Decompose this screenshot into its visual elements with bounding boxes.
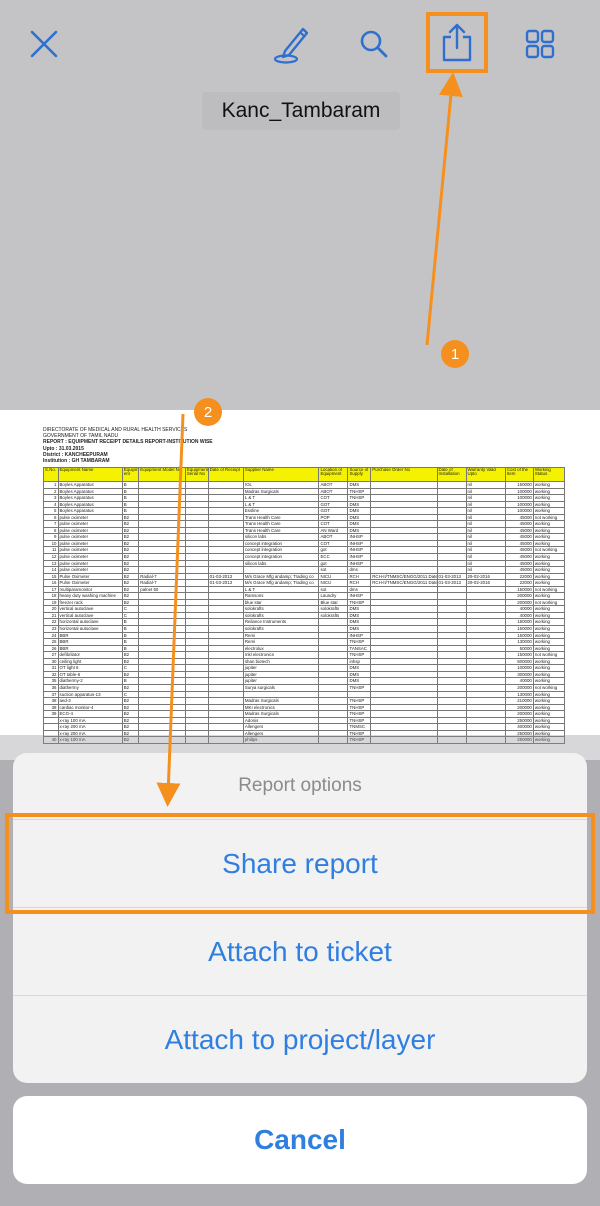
- table-cell: RCH-II/TNMSC/ENGG/2011 Dated 10.05.2012: [370, 572, 438, 581]
- close-button[interactable]: [22, 22, 66, 66]
- attach-to-project-layer-option[interactable]: Attach to project/layer: [13, 995, 587, 1083]
- share-report-highlight: [5, 813, 595, 914]
- table-header-cell: Working Status: [532, 467, 566, 482]
- table-cell: heavy duty washing machine: [57, 592, 123, 600]
- table-header-cell: Warranty Valid Upto: [465, 467, 506, 482]
- close-icon: [30, 30, 58, 58]
- table-header-cell: Equipment Name: [57, 467, 123, 482]
- table-header-cell: Equipment Model No: [138, 467, 186, 482]
- report-options-sheet: Report options Share report Attach to ti…: [13, 753, 587, 1083]
- markup-button[interactable]: [268, 18, 314, 68]
- arrow-to-share-icon: [425, 72, 463, 346]
- table-header-cell: S.No.: [43, 467, 59, 482]
- share-icon-highlight: [426, 12, 488, 73]
- attach-to-ticket-option[interactable]: Attach to ticket: [13, 907, 587, 996]
- report-header: DIRECTORATE OF MEDICAL AND RURAL HEALTH …: [43, 427, 213, 464]
- table-header-cell: Purchase Order No: [370, 467, 438, 482]
- header-line: Institution : GH TAMBARAM: [43, 458, 110, 465]
- document-page[interactable]: DIRECTORATE OF MEDICAL AND RURAL HEALTH …: [0, 410, 600, 760]
- table-cell: M/s Grace Mfg andamp; Trading co: [242, 579, 320, 587]
- cancel-button[interactable]: Cancel: [13, 1096, 587, 1184]
- pen-markup-icon: [273, 27, 309, 64]
- table-cell: M/s Grace Mfg andamp; Trading co: [242, 572, 320, 581]
- table-header-cell: Cost of the Item: [504, 467, 534, 482]
- grid-icon: [525, 29, 555, 59]
- table-header-cell: Date of Installation: [436, 467, 467, 482]
- table-header-cell: Location of Equipment: [318, 467, 349, 482]
- equipment-table: S.No. Equipment Name Equipm ent Equipment M…: [43, 467, 566, 744]
- table-header-cell: Source of Supply: [347, 467, 372, 482]
- sheet-title: Report options: [238, 775, 362, 796]
- step-badge-1: 1: [441, 340, 469, 368]
- search-icon: [360, 30, 388, 58]
- table-header-cell: Equipm ent: [121, 467, 140, 482]
- top-toolbar: [0, 0, 600, 88]
- header-line: REPORT : EQUIPMENT RECEIPT DETAILS REPOR…: [43, 439, 213, 446]
- table-header-cell: Equipment Serial No: [184, 467, 209, 482]
- table-header-cell: Supplier Name: [242, 467, 320, 482]
- table-cell: RCH-II/TNMSC/ENGG/2011 Dated 10.05.2012: [370, 579, 438, 587]
- table-header-cell: Date of Receipt: [207, 467, 244, 482]
- step-badge-2: 2: [194, 398, 222, 426]
- search-button[interactable]: [352, 22, 396, 66]
- document-title: Kanc_Tambaram: [202, 92, 400, 130]
- grid-view-button[interactable]: [518, 22, 562, 66]
